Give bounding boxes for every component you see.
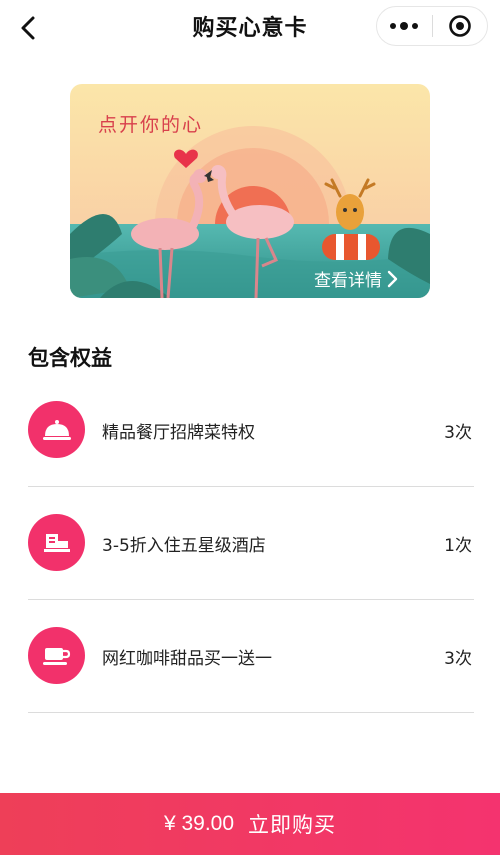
benefit-name: 网红咖啡甜品买一送一 — [102, 649, 272, 669]
view-details-link[interactable]: 查看详情 — [314, 266, 398, 291]
benefit-name: 3-5折入住五星级酒店 — [102, 536, 266, 556]
hotel-bed-icon — [28, 514, 85, 571]
benefits-section-title: 包含权益 — [28, 346, 112, 370]
benefit-count: 3次 — [444, 423, 472, 443]
mini-program-capsule — [376, 6, 488, 46]
target-circle-icon — [448, 15, 471, 37]
benefit-item-coffee: 网红咖啡甜品买一送一 3次 — [28, 600, 474, 713]
benefit-name: 精品餐厅招牌菜特权 — [102, 423, 255, 443]
close-mini-program-button[interactable] — [432, 6, 487, 46]
card-slogan: 点开你的心 — [98, 114, 204, 136]
more-dots-icon — [390, 22, 419, 30]
coffee-cup-icon — [28, 627, 85, 684]
chevron-right-icon — [387, 270, 398, 287]
buy-now-button[interactable]: ¥ 39.00 立即购买 — [0, 793, 500, 855]
dining-cloche-icon — [28, 401, 85, 458]
more-button[interactable] — [377, 6, 432, 46]
price-label: ¥ 39.00 — [163, 812, 235, 835]
view-details-label: 查看详情 — [314, 271, 382, 291]
benefit-list: 精品餐厅招牌菜特权 3次 3-5折入住五星级酒店 1次 网红咖啡甜品买一送一 3… — [28, 374, 474, 713]
benefit-count: 1次 — [444, 536, 472, 556]
benefit-count: 3次 — [444, 649, 472, 669]
navigation-bar: 购买心意卡 — [0, 0, 500, 56]
buy-now-label: 立即购买 — [248, 813, 337, 837]
benefit-item-dining: 精品餐厅招牌菜特权 3次 — [28, 374, 474, 487]
benefit-item-hotel: 3-5折入住五星级酒店 1次 — [28, 487, 474, 600]
